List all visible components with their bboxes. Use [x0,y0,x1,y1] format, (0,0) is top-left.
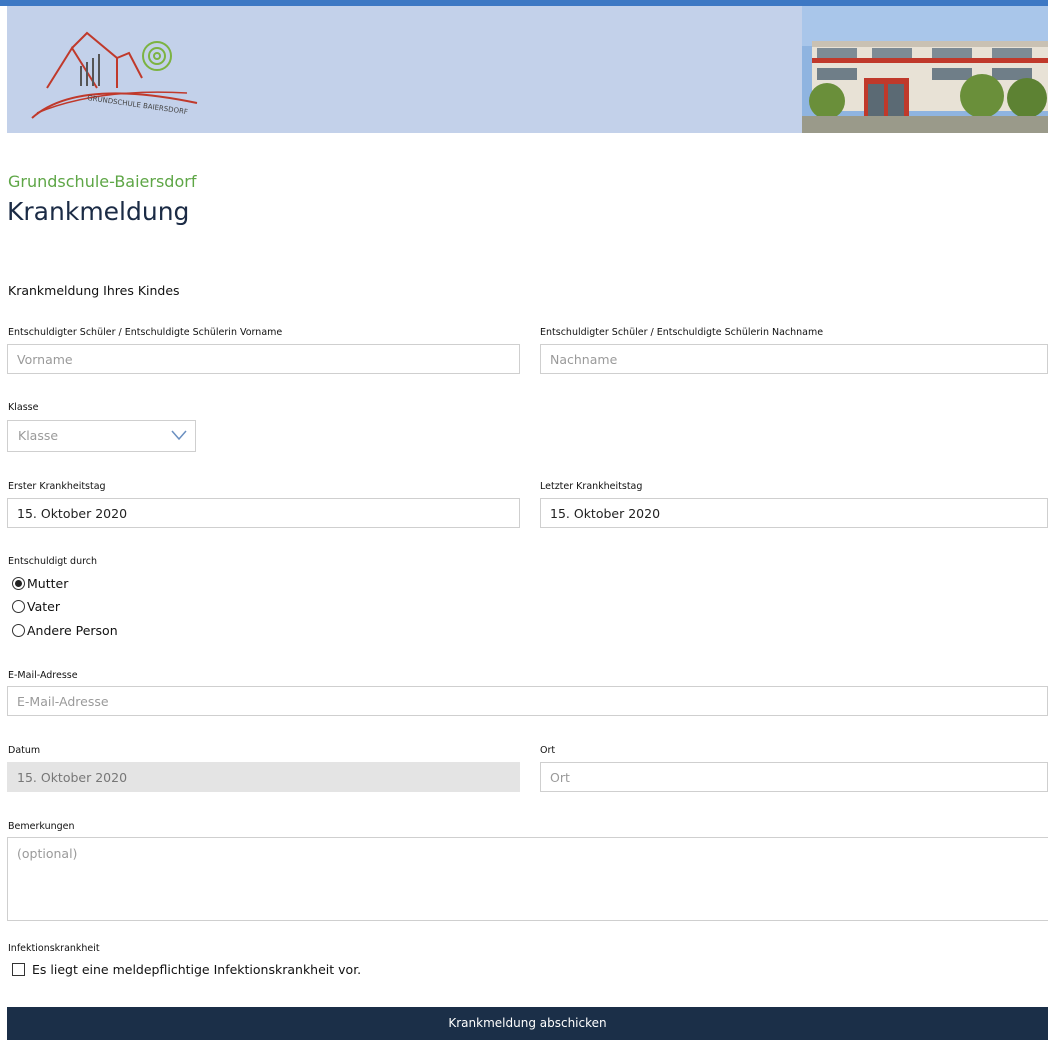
bemerkungen-textarea[interactable] [7,837,1048,921]
site-header: GRUNDSCHULE BAIERSDORF [7,6,1048,133]
site-name: Grundschule-Baiersdorf [8,172,197,191]
erster-krankheitstag-input[interactable] [7,498,520,528]
entschuldigt-label: Entschuldigt durch [8,556,98,567]
form-section-heading: Krankmeldung Ihres Kindes [8,283,180,298]
infektion-label: Infektionskrankheit [8,943,100,954]
school-building-photo [802,6,1048,133]
chevron-down-icon [171,430,187,441]
radio-button[interactable] [12,577,25,590]
vorname-input[interactable] [7,344,520,374]
nachname-input[interactable] [540,344,1048,374]
ort-label: Ort [540,745,556,756]
radio-label: Vater [27,599,60,614]
infektion-checkbox-label: Es liegt eine meldepflichtige Infektions… [32,962,362,977]
infektion-checkbox[interactable] [12,963,25,976]
radio-option-mutter[interactable]: Mutter [12,576,68,591]
radio-button[interactable] [12,600,25,613]
email-input[interactable] [7,686,1048,716]
letzter-krankheitstag-label: Letzter Krankheitstag [540,481,643,492]
radio-label: Mutter [27,576,69,591]
datum-label: Datum [8,745,41,756]
bemerkungen-label: Bemerkungen [8,821,75,832]
klasse-selected-value: Klasse [18,428,59,443]
erster-krankheitstag-label: Erster Krankheitstag [8,481,106,492]
infektion-checkbox-row[interactable]: Es liegt eine meldepflichtige Infektions… [12,962,361,977]
radio-option-andere-person[interactable]: Andere Person [12,623,118,638]
radio-option-vater[interactable]: Vater [12,599,60,614]
radio-button[interactable] [12,624,25,637]
datum-input [7,762,520,792]
page-title: Krankmeldung [7,197,190,226]
letzter-krankheitstag-input[interactable] [540,498,1048,528]
school-logo: GRUNDSCHULE BAIERSDORF [17,18,217,128]
vorname-label: Entschuldigter Schüler / Entschuldigte S… [8,327,283,338]
email-label: E-Mail-Adresse [8,670,78,681]
klasse-label: Klasse [8,402,39,413]
klasse-select[interactable]: Klasse [7,420,196,452]
radio-label: Andere Person [27,623,118,638]
submit-button[interactable]: Krankmeldung abschicken [7,1007,1048,1040]
ort-input[interactable] [540,762,1048,792]
nachname-label: Entschuldigter Schüler / Entschuldigte S… [540,327,824,338]
